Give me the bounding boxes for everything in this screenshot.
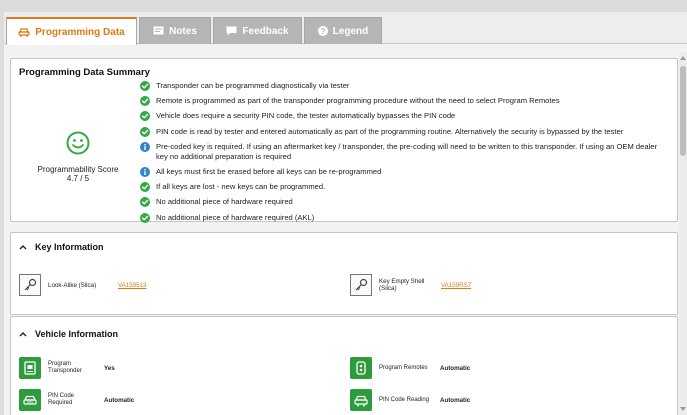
- summary-item-text: Pre-coded key is required. If using an a…: [156, 141, 658, 161]
- svg-text:?: ?: [320, 27, 325, 36]
- key-info-title: Key Information: [35, 242, 104, 252]
- key-part-link[interactable]: VA159RS7: [441, 282, 471, 289]
- key-item: Key Empty Shell (Silca) VA159RS7: [350, 274, 471, 296]
- tab-label: Programming Data: [35, 26, 125, 38]
- tab-programming-data[interactable]: Programming Data: [6, 17, 137, 45]
- scroll-down-arrow-icon[interactable]: [680, 406, 686, 412]
- summary-item: No additional piece of hardware required: [140, 197, 670, 208]
- chat-icon: [226, 26, 237, 36]
- check-icon: [140, 182, 150, 193]
- score-value: 4.7 / 5: [66, 174, 90, 183]
- vehicle-row: Program Transponder Yes: [19, 357, 115, 379]
- transponder-icon: [19, 357, 41, 379]
- help-icon: ?: [317, 26, 328, 36]
- vehicle-row-value: Automatic: [440, 396, 471, 404]
- summary-item-text: Remote is programmed as part of the tran…: [156, 96, 560, 106]
- vehicle-info-header[interactable]: Vehicle Information: [19, 329, 118, 339]
- summary-item-text: No additional piece of hardware required: [156, 197, 293, 207]
- chevron-up-icon: [19, 242, 27, 252]
- summary-item: If all keys are lost - new keys can be p…: [140, 182, 670, 193]
- vehicle-row: PIN PIN Code Required Automatic: [19, 389, 134, 411]
- check-icon: [140, 96, 150, 107]
- key-icon: [350, 274, 372, 296]
- summary-item-text: If all keys are lost - new keys can be p…: [156, 182, 326, 192]
- scroll-up-arrow-icon[interactable]: [680, 55, 686, 61]
- info-icon: [140, 141, 150, 152]
- check-icon: [140, 111, 150, 122]
- summary-item: No additional piece of hardware required…: [140, 212, 670, 223]
- vehicle-info-title: Vehicle Information: [35, 329, 119, 339]
- summary-item-text: PIN code is read by tester and entered a…: [156, 126, 624, 136]
- summary-item-text: All keys must first be erased before all…: [156, 166, 382, 176]
- pin-reading-icon: [350, 389, 372, 411]
- pin-car-icon: PIN: [19, 389, 41, 411]
- summary-item-text: Transponder can be programmed diagnostic…: [156, 81, 350, 90]
- tab-label: Legend: [332, 25, 369, 37]
- vehicle-row-label: PIN Code Reading: [379, 396, 430, 403]
- tab-notes[interactable]: Notes: [139, 17, 211, 44]
- vehicle-row: PIN Code Reading Automatic: [350, 389, 470, 411]
- chevron-up-icon: [19, 329, 27, 339]
- programmability-score: Programmability Score 4.7 / 5: [23, 131, 133, 183]
- summary-item: Remote is programmed as part of the tran…: [140, 96, 670, 107]
- summary-item-text: Vehicle does require a security PIN code…: [156, 111, 456, 121]
- summary-item: Pre-coded key is required. If using an a…: [140, 141, 670, 162]
- key-item: Look-Alike (Silca) VA159513: [19, 274, 146, 296]
- vehicle-row-value: Automatic: [440, 364, 471, 372]
- check-icon: [140, 212, 150, 223]
- check-icon: [140, 197, 150, 208]
- key-info-panel: Key Information Look-Alike (Silca) VA159…: [10, 232, 678, 315]
- vertical-scrollbar[interactable]: [679, 52, 687, 415]
- summary-list: Transponder can be programmed diagnostic…: [140, 81, 670, 228]
- vehicle-row-label: Program Remotes: [379, 364, 428, 371]
- key-icon: [19, 274, 41, 296]
- key-label: Key Empty Shell (Silca): [379, 278, 425, 292]
- vehicle-row-label: PIN Code Required: [48, 393, 75, 406]
- check-icon: [140, 81, 150, 91]
- tab-label: Notes: [169, 25, 197, 37]
- key-part-link[interactable]: VA159513: [118, 282, 146, 289]
- summary-title: Programming Data Summary: [19, 67, 150, 78]
- vehicle-row-value: Yes: [104, 364, 115, 372]
- summary-item: PIN code is read by tester and entered a…: [140, 126, 670, 137]
- summary-item: Vehicle does require a security PIN code…: [140, 111, 670, 122]
- summary-item: Transponder can be programmed diagnostic…: [140, 81, 670, 91]
- summary-panel: Programming Data Summary Programmability…: [10, 58, 678, 223]
- vehicle-row-value: Automatic: [104, 396, 135, 404]
- summary-item-text: No additional piece of hardware required…: [156, 212, 315, 222]
- key-label: Look-Alike (Silca): [48, 281, 97, 289]
- key-info-header[interactable]: Key Information: [19, 242, 104, 252]
- check-icon: [140, 126, 150, 137]
- tab-legend[interactable]: ? Legend: [304, 17, 382, 44]
- scrollbar-thumb[interactable]: [680, 66, 686, 156]
- remote-icon: [350, 357, 372, 379]
- score-label: Programmability Score: [37, 165, 119, 174]
- car-icon: [18, 27, 30, 37]
- app-window: Programming Data Notes Feedback ? Legend…: [4, 12, 687, 415]
- svg-text:PIN: PIN: [27, 400, 33, 404]
- vehicle-row-label: Program Transponder: [48, 361, 82, 374]
- note-icon: [153, 26, 164, 36]
- tab-bar: Programming Data Notes Feedback ? Legend: [4, 12, 687, 45]
- tab-label: Feedback: [242, 25, 289, 37]
- vehicle-row: Program Remotes Automatic: [350, 357, 470, 379]
- summary-item: All keys must first be erased before all…: [140, 166, 670, 177]
- smiley-icon: [66, 131, 90, 159]
- tab-feedback[interactable]: Feedback: [213, 17, 302, 44]
- vehicle-info-panel: Vehicle Information Program Transponder …: [10, 316, 678, 415]
- content-area: Programming Data Summary Programmability…: [10, 52, 678, 415]
- info-icon: [140, 166, 150, 177]
